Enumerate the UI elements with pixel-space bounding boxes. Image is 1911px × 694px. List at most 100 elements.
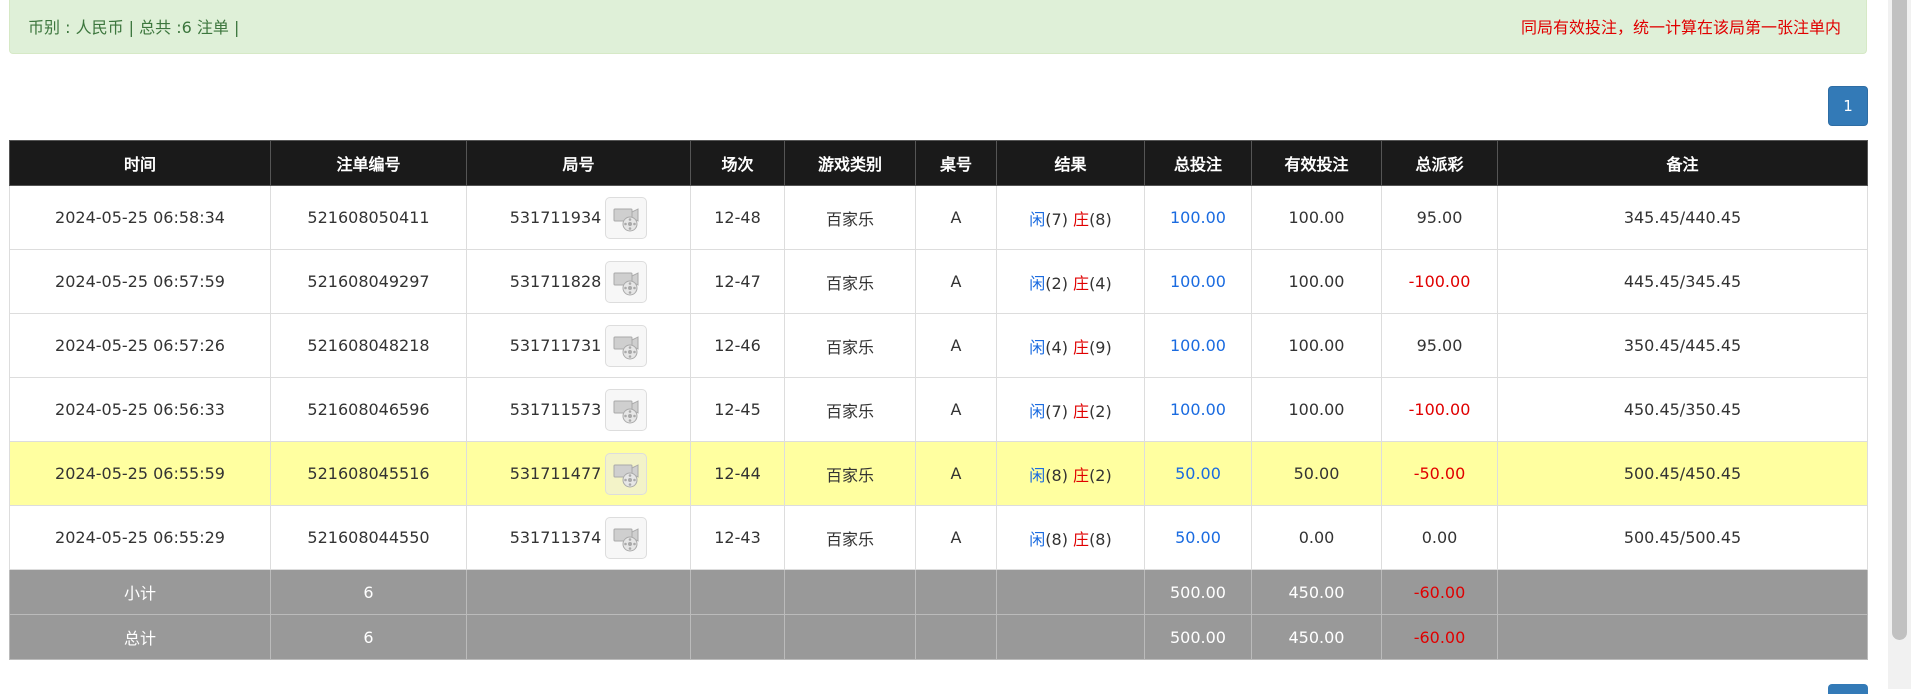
banker-value: (9) [1089,337,1112,357]
cell-result: 闲(7) 庄(2) [996,377,1145,442]
cell-bet-id: 521608045516 [270,441,467,506]
table-row: 2024-05-25 06:55:59 521608045516 531711477… [9,441,1868,506]
cell-note: 500.45/500.45 [1497,505,1868,570]
player-label: 闲 [1029,529,1046,549]
header-result: 结果 [996,140,1145,186]
video-replay-icon[interactable] [605,388,648,431]
subtotal-valid-bet: 450.00 [1251,569,1382,615]
header-game-type: 游戏类别 [784,140,916,186]
cell-round: 531711374 [466,505,691,570]
cell-result: 闲(8) 庄(8) [996,505,1145,570]
player-label: 闲 [1029,209,1046,229]
pagination-page-1[interactable]: 1 [1828,86,1868,126]
cell-note: 445.45/345.45 [1497,249,1868,314]
notice-text: 同局有效投注，统一计算在该局第一张注单内 [1520,18,1841,37]
cell-note: 450.45/350.45 [1497,377,1868,442]
cell-note: 345.45/440.45 [1497,185,1868,250]
cell-time: 2024-05-25 06:57:59 [9,249,271,314]
cell-time: 2024-05-25 06:57:26 [9,313,271,378]
cell-game-type: 百家乐 [784,377,916,442]
cell-game-type: 百家乐 [784,185,916,250]
cell-table-no: A [915,505,997,570]
cell-game-type: 百家乐 [784,441,916,506]
subtotal-payout: -60.00 [1381,569,1498,615]
table-row: 2024-05-25 06:55:29 521608044550 531711374… [9,505,1868,570]
banker-label: 庄 [1073,529,1090,549]
banker-label: 庄 [1073,209,1090,229]
bet-records-table: 时间 注单编号 局号 场次 游戏类别 桌号 结果 总投注 有效投注 总派彩 备注… [9,140,1868,660]
player-value: (8) [1045,465,1068,485]
cell-table-no: A [915,185,997,250]
player-label: 闲 [1029,337,1046,357]
banker-label: 庄 [1073,273,1090,293]
cell-payout: -100.00 [1381,249,1498,314]
cell-bet-id: 521608048218 [270,313,467,378]
cell-table-no: A [915,441,997,506]
player-value: (7) [1045,209,1068,229]
header-note: 备注 [1497,140,1868,186]
cell-note: 500.45/450.45 [1497,441,1868,506]
cell-valid-bet: 100.00 [1251,377,1382,442]
cell-total-bet: 100.00 [1144,377,1252,442]
cell-shoe: 12-45 [690,377,785,442]
header-shoe: 场次 [690,140,785,186]
cell-round: 531711828 [466,249,691,314]
cell-payout: 95.00 [1381,185,1498,250]
cell-total-bet: 50.00 [1144,505,1252,570]
player-value: (8) [1045,529,1068,549]
cell-time: 2024-05-25 06:55:29 [9,505,271,570]
subtotal-row: 小计 6 500.00 450.00 -60.00 [9,569,1868,615]
banker-value: (2) [1089,401,1112,421]
subtotal-count: 6 [270,569,467,615]
cell-time: 2024-05-25 06:56:33 [9,377,271,442]
cell-total-bet: 100.00 [1144,185,1252,250]
header-total-bet: 总投注 [1144,140,1252,186]
cell-round: 531711477 [466,441,691,506]
cell-game-type: 百家乐 [784,505,916,570]
scrollbar-thumb[interactable] [1892,0,1907,640]
grandtotal-label: 总计 [9,614,271,660]
video-replay-icon[interactable] [605,260,648,303]
header-valid-bet: 有效投注 [1251,140,1382,186]
round-number: 531711731 [509,336,602,355]
pagination-button-bottom[interactable] [1828,684,1868,694]
cell-result: 闲(8) 庄(2) [996,441,1145,506]
cell-table-no: A [915,313,997,378]
video-replay-icon[interactable] [605,516,648,559]
grandtotal-payout: -60.00 [1381,614,1498,660]
round-number: 531711477 [509,464,602,483]
cell-total-bet: 50.00 [1144,441,1252,506]
info-bar: 币别 : 人民币 | 总共 :6 注单 | 同局有效投注，统一计算在该局第一张注… [9,0,1867,54]
banker-value: (8) [1089,529,1112,549]
cell-valid-bet: 100.00 [1251,249,1382,314]
player-label: 闲 [1029,465,1046,485]
player-label: 闲 [1029,273,1046,293]
cell-total-bet: 100.00 [1144,313,1252,378]
subtotal-label: 小计 [9,569,271,615]
bet-summary-text: 币别 : 人民币 | 总共 :6 注单 | [28,18,240,37]
cell-shoe: 12-48 [690,185,785,250]
header-table-no: 桌号 [915,140,997,186]
table-row: 2024-05-25 06:56:33 521608046596 531711573… [9,377,1868,442]
cell-round: 531711934 [466,185,691,250]
cell-time: 2024-05-25 06:55:59 [9,441,271,506]
video-replay-icon[interactable] [605,196,648,239]
cell-shoe: 12-47 [690,249,785,314]
cell-table-no: A [915,377,997,442]
table-row: 2024-05-25 06:57:59 521608049297 531711828… [9,249,1868,314]
table-row: 2024-05-25 06:57:26 521608048218 531711731… [9,313,1868,378]
cell-bet-id: 521608049297 [270,249,467,314]
banker-value: (4) [1089,273,1112,293]
player-value: (2) [1045,273,1068,293]
vertical-scrollbar[interactable] [1888,0,1911,689]
cell-result: 闲(2) 庄(4) [996,249,1145,314]
video-replay-icon[interactable] [605,452,648,495]
grand-total-row: 总计 6 500.00 450.00 -60.00 [9,614,1868,660]
cell-payout: -50.00 [1381,441,1498,506]
round-number: 531711573 [509,400,602,419]
banker-label: 庄 [1073,401,1090,421]
cell-payout: 95.00 [1381,313,1498,378]
grandtotal-valid-bet: 450.00 [1251,614,1382,660]
cell-valid-bet: 0.00 [1251,505,1382,570]
video-replay-icon[interactable] [605,324,648,367]
